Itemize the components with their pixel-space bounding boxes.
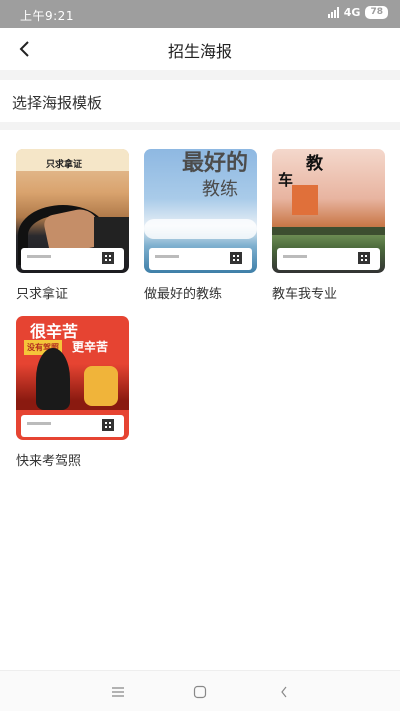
poster-headline: 很辛苦 — [30, 322, 79, 341]
template-card-3[interactable]: 教 车 教车我专业 — [272, 149, 385, 302]
qr-code-icon — [358, 252, 370, 264]
status-indicators: 4G 78 — [327, 6, 388, 19]
nav-bar: 招生海报 — [0, 28, 400, 70]
cloud-image — [144, 219, 257, 239]
battery-icon: 78 — [365, 6, 388, 19]
status-bar: 上午9:21 4G 78 — [0, 0, 400, 28]
divider — [0, 122, 400, 130]
menu-button[interactable] — [103, 681, 133, 703]
poster-thumbnail: 很辛苦 没有驾照 更辛苦 — [16, 316, 129, 440]
status-time: 上午9:21 — [20, 9, 74, 23]
fist-image — [84, 366, 118, 406]
template-name: 教车我专业 — [272, 287, 338, 302]
template-name: 只求拿证 — [16, 287, 69, 302]
template-name: 快来考驾照 — [16, 454, 82, 469]
poster-footer — [277, 248, 380, 270]
poster-footer — [149, 248, 252, 270]
home-button[interactable] — [185, 681, 215, 703]
poster-headline: 只求拿证 — [46, 160, 83, 170]
qr-code-icon — [102, 419, 114, 431]
poster-tag — [292, 185, 318, 215]
template-card-2[interactable]: 最好的 教练 做最好的教练 — [144, 149, 257, 302]
section-title: 选择海报模板 — [12, 94, 103, 112]
network-type: 4G — [343, 6, 361, 19]
back-nav-button[interactable] — [269, 681, 299, 703]
home-icon — [193, 685, 207, 699]
page-title: 招生海报 — [167, 42, 232, 61]
poster-headline: 最好的 — [182, 151, 249, 176]
template-name: 做最好的教练 — [144, 287, 223, 302]
poster-thumbnail: 只求拿证 — [16, 149, 129, 273]
back-icon — [281, 686, 287, 698]
signal-icon — [327, 7, 339, 18]
poster-headline: 教 — [306, 154, 323, 174]
poster-subheadline: 更辛苦 — [72, 340, 109, 354]
poster-thumbnail: 教 车 — [272, 149, 385, 273]
figure-image — [36, 348, 70, 410]
poster-footer — [21, 415, 124, 437]
menu-icon — [112, 687, 124, 697]
template-card-1[interactable]: 只求拿证 只求拿证 — [16, 149, 129, 302]
section-header: 选择海报模板 — [0, 80, 400, 122]
qr-code-icon — [230, 252, 242, 264]
poster-subheadline: 教练 — [202, 179, 238, 200]
divider — [0, 70, 400, 80]
poster-subheadline: 车 — [278, 171, 294, 189]
qr-code-icon — [102, 252, 114, 264]
system-nav-bar — [0, 670, 400, 711]
poster-thumbnail: 最好的 教练 — [144, 149, 257, 273]
poster-footer — [21, 248, 124, 270]
trees-image — [272, 227, 385, 235]
template-card-4[interactable]: 很辛苦 没有驾照 更辛苦 快来考驾照 — [16, 316, 129, 469]
